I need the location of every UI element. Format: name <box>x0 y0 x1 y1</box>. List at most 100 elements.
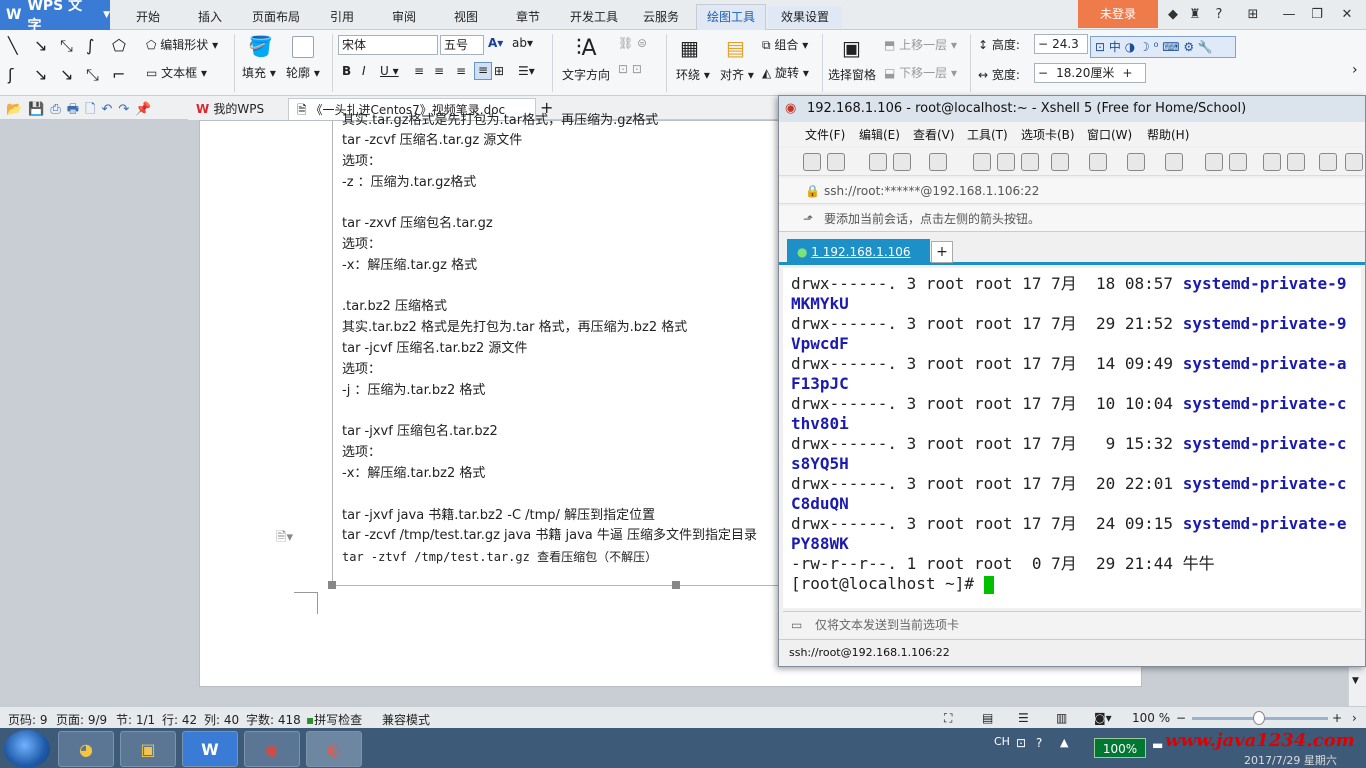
transfer-icon[interactable] <box>1089 153 1107 171</box>
xshell-titlebar[interactable]: ◉ 192.168.1.106 - root@localhost:~ - Xsh… <box>779 96 1365 122</box>
scribble-icon[interactable]: ʃ <box>8 65 30 90</box>
line-icon[interactable]: ╲ <box>8 36 30 61</box>
xshell-script-icon[interactable] <box>1229 153 1247 171</box>
tab-reference[interactable]: 引用 <box>318 6 366 28</box>
doc-line[interactable]: tar -ztvf /tmp/test.tar.gz 查看压缩包（不解压） <box>342 548 657 566</box>
paste-options-icon[interactable]: 🗎▾ <box>276 528 293 550</box>
doc-line[interactable]: 选项： <box>342 236 381 254</box>
preview-icon[interactable]: 🗋 <box>85 102 101 117</box>
menu-file[interactable]: 文件(F) <box>805 126 845 143</box>
align-left-icon[interactable]: ≡ <box>414 64 424 78</box>
battery-indicator[interactable]: 100% <box>1094 738 1146 758</box>
tab-insert[interactable]: 插入 <box>184 6 236 28</box>
word-count[interactable]: 字数: 418 <box>246 711 301 728</box>
doc-line[interactable]: tar -jxvf 压缩包名.tar.bz2 <box>342 423 498 441</box>
distribute-icon[interactable]: ⊞ <box>494 64 504 78</box>
width-input[interactable]: −18.20厘米 + <box>1034 63 1146 83</box>
wps-app-menu[interactable]: W WPS 文字 ▼ <box>0 0 110 34</box>
zoom-out-icon[interactable]: − <box>1176 711 1186 725</box>
doc-line[interactable]: tar -zxvf 压缩包名.tar.gz <box>342 215 493 233</box>
new-session-icon[interactable] <box>803 153 821 171</box>
tab-review[interactable]: 审阅 <box>380 6 428 28</box>
selection-pane-button[interactable]: 选择窗格 <box>828 66 876 83</box>
ime-toolbar[interactable]: ⊡ 中 ◑ ☽ ⁰ ⌨ ⚙ 🔧 <box>1090 36 1236 58</box>
wrap-icon[interactable]: ▦ <box>680 36 699 60</box>
shirt-icon[interactable]: ♜ <box>1182 4 1208 26</box>
compose-icon[interactable] <box>1345 153 1363 171</box>
maximize-button[interactable]: ❐ <box>1304 4 1330 26</box>
doc-line[interactable]: -x：解压缩.tar.gz 格式 <box>342 257 477 275</box>
connector-arrow-icon[interactable]: ↘ <box>60 65 82 90</box>
tab-cloud[interactable]: 云服务 <box>636 6 686 28</box>
menu-window[interactable]: 窗口(W) <box>1087 126 1132 143</box>
line-spacing-icon[interactable]: ☰▾ <box>518 64 535 78</box>
pdf-icon[interactable]: ⎙ <box>50 102 66 117</box>
restore-ribbon-icon[interactable]: ⊞ <box>1240 4 1266 26</box>
highlight-button[interactable]: ab▾ <box>512 36 533 50</box>
bring-forward-button[interactable]: ⬒ 上移一层 ▾ <box>884 36 957 53</box>
elbow-connector-icon[interactable]: ⤡ <box>86 65 108 90</box>
terminal[interactable]: drwx------. 3 root root 17 7月 18 08:57 s… <box>783 268 1361 608</box>
doc-line[interactable]: 选项： <box>342 444 381 462</box>
italic-button[interactable]: I <box>362 64 366 78</box>
resize-handle[interactable] <box>672 581 680 589</box>
menu-help[interactable]: 帮助(H) <box>1147 126 1189 143</box>
tray-expand-icon[interactable]: ▲ <box>1060 736 1068 749</box>
underline-button[interactable]: U ▾ <box>380 64 399 78</box>
ime-settings-icon[interactable]: ⊡ <box>1016 736 1026 750</box>
align-center-icon[interactable]: ≡ <box>434 64 444 78</box>
lock-icon[interactable] <box>1287 153 1305 171</box>
tab-drawing-tools[interactable]: 绘图工具 <box>696 4 766 30</box>
menu-edit[interactable]: 编辑(E) <box>859 126 900 143</box>
print-icon[interactable] <box>1051 153 1069 171</box>
properties-icon[interactable] <box>929 153 947 171</box>
status-expand-icon[interactable]: › <box>1352 711 1357 725</box>
protect-view-icon[interactable]: ◙▾ <box>1094 711 1112 725</box>
justify-icon[interactable]: ≡ <box>474 62 492 80</box>
rotate-button[interactable]: ◭ 旋转 ▾ <box>762 64 809 81</box>
tab-effect-settings[interactable]: 效果设置 <box>768 6 842 28</box>
resize-handle[interactable] <box>328 581 336 589</box>
selection-pane-icon[interactable]: ▣ <box>842 36 861 60</box>
doc-line[interactable]: tar -jxvf java 书籍.tar.bz2 -C /tmp/ 解压到指定… <box>342 507 655 525</box>
doc-line[interactable]: 选项： <box>342 361 381 379</box>
tab-my-wps[interactable]: W 我的WPS × <box>188 98 288 138</box>
tab-home[interactable]: 开始 <box>122 6 174 28</box>
outline-button[interactable]: 轮廓 ▾ <box>286 64 320 81</box>
send-backward-button[interactable]: ⬓ 下移一层 ▾ <box>884 64 957 81</box>
doc-line[interactable]: tar -zcvf 压缩名.tar.gz 源文件 <box>342 132 522 150</box>
doc-line[interactable]: -x：解压缩.tar.bz2 格式 <box>342 465 485 483</box>
text-direction-icon[interactable]: ⫶A <box>576 36 597 61</box>
doc-line[interactable]: tar -jcvf 压缩名.tar.bz2 源文件 <box>342 340 527 358</box>
group-button[interactable]: ⧉ 组合 ▾ <box>762 36 808 53</box>
quick-access-icons[interactable]: 📂💾⎙🖶🗋↶↷📌 <box>6 100 158 122</box>
xftp-icon[interactable] <box>1205 153 1223 171</box>
textbox-link-icon[interactable]: ⊡ ⊡ <box>618 62 642 76</box>
taskbar-app-wps[interactable]: W <box>182 731 238 767</box>
double-arrow-icon[interactable]: ⤡ <box>60 36 82 61</box>
add-session-arrow-icon[interactable]: ⬏ <box>803 206 813 232</box>
tab-page-layout[interactable]: 页面布局 <box>246 6 306 28</box>
font-color-button[interactable]: A▾ <box>488 36 503 50</box>
align-right-icon[interactable]: ≡ <box>456 64 466 78</box>
copy-icon[interactable] <box>973 153 991 171</box>
link-icon[interactable]: ⛓ ⊜ <box>618 36 647 50</box>
find-icon[interactable] <box>1021 153 1039 171</box>
scroll-down-icon[interactable]: ▼ <box>1352 676 1359 686</box>
clock[interactable]: 2017/7/29 星期六 <box>1244 752 1337 768</box>
font-icon[interactable] <box>1165 153 1183 171</box>
print-icon[interactable]: 🖶 <box>67 102 85 117</box>
font-name-select[interactable]: 宋体 <box>338 35 438 55</box>
wrap-button[interactable]: 环绕 ▾ <box>676 66 710 83</box>
outline-view-icon[interactable]: ☰ <box>1018 711 1029 725</box>
freeform-icon[interactable]: ⬠ <box>112 36 134 61</box>
fullscreen-icon[interactable] <box>1263 153 1281 171</box>
redo-icon[interactable]: ↷ <box>118 102 135 117</box>
taskbar-app-explorer[interactable]: ▣ <box>120 731 176 767</box>
ime-indicator[interactable]: CH <box>994 735 1010 748</box>
doc-line[interactable]: 其实.tar.bz2 格式是先打包为.tar 格式，再压缩为.bz2 格式 <box>342 319 687 337</box>
outline-pen-icon[interactable] <box>292 36 314 58</box>
open-icon[interactable]: 📂 <box>6 102 28 117</box>
fill-bucket-icon[interactable]: 🪣 <box>248 34 273 60</box>
paste-icon[interactable] <box>997 153 1015 171</box>
